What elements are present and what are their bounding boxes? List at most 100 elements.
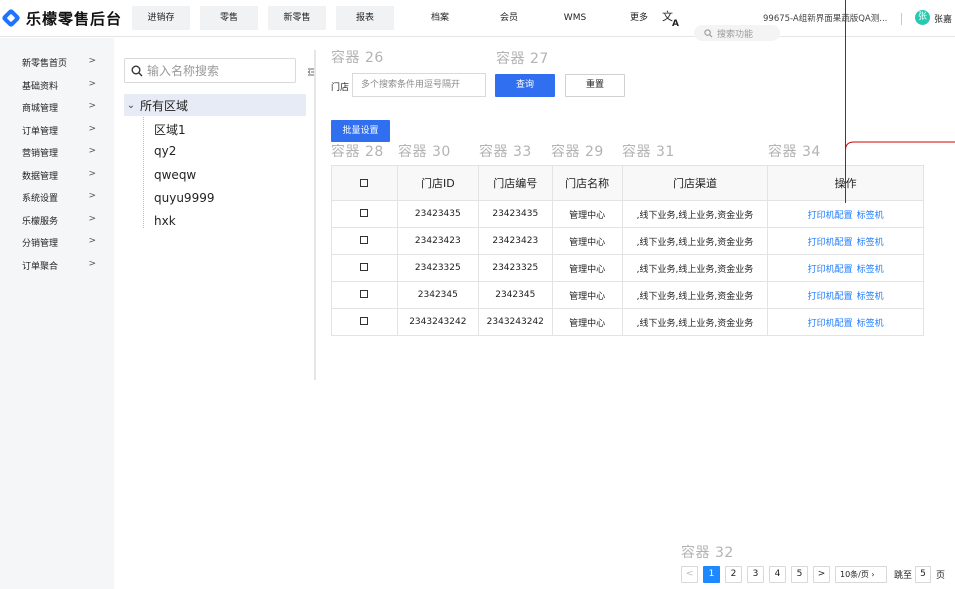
row-checkbox[interactable] [360,208,369,217]
query-button[interactable]: 查询 [495,74,555,97]
top-nav-item[interactable]: 会员 [476,6,542,30]
page-number-button[interactable]: 4 [769,566,786,583]
caret-down-icon[interactable]: ⌄ [124,100,138,111]
sidebar-item[interactable]: 基础资料 > [22,79,102,93]
printer-config-link[interactable]: 打印机配置 [808,238,853,248]
tree-node[interactable]: qweqw [154,168,196,182]
tree-guide-line [143,117,144,228]
sidebar-item-label: 订单管理 [22,127,59,137]
cell-store-code: 23423435 [477,200,553,228]
top-nav-item[interactable]: 档案 [404,6,476,30]
function-search-input[interactable]: 搜索功能 [694,25,780,41]
header-select-all[interactable] [331,165,398,201]
sidebar-item-label: 订单聚合 [22,262,59,272]
row-select-cell[interactable] [331,308,398,336]
container-label-28: 容器 28 [331,144,384,160]
chevron-right-icon: > [88,236,96,246]
sidebar-item-label: 乐檬服务 [22,217,59,227]
function-search-placeholder: 搜索功能 [717,29,754,40]
chevron-right-icon: > [88,214,96,224]
printer-config-link[interactable]: 打印机配置 [808,211,853,221]
sidebar-item[interactable]: 订单管理 > [22,124,102,138]
top-nav: 进销存 零售 新零售 报表 档案 会员 WMS 更多 [132,6,670,30]
cell-store-name: 管理中心 [551,227,623,255]
row-checkbox[interactable] [360,316,369,325]
table-row: 23423435 23423435 管理中心 ,线下业务,线上业务,资金业务 打印机配置… [331,200,924,228]
printer-config-link[interactable]: 打印机配置 [808,292,853,302]
tree-search-input[interactable]: 输入名称搜索 [124,58,296,83]
page-suffix: 页 [936,571,946,581]
table-header-row: 门店ID 门店编号 门店名称 门店渠道 操作 [331,165,924,201]
cell-actions: 打印机配置 标签机 [767,200,924,228]
label-printer-link[interactable]: 标签机 [857,238,884,248]
avatar[interactable]: 张 [915,10,930,25]
tree-node[interactable]: hxk [154,214,176,228]
page-number-button[interactable]: 3 [747,566,764,583]
row-select-cell[interactable] [331,200,398,228]
sidebar-item-label: 营销管理 [22,149,59,159]
sidebar-item[interactable]: 新零售首页 > [22,56,102,70]
batch-settings-button[interactable]: 批量设置 [331,120,390,142]
top-nav-item[interactable]: 报表 [336,6,394,30]
chevron-right-icon: > [88,191,96,201]
panel-splitter[interactable] [314,50,316,380]
row-select-cell[interactable] [331,281,398,309]
table-row: 2343243242 2343243242 管理中心 ,线下业务,线上业务,资金业务打… [331,308,924,336]
container-label-27: 容器 27 [496,51,549,67]
sidebar-item[interactable]: 乐檬服务 > [22,214,102,228]
container-label-34: 容器 34 [768,144,821,160]
jump-page-input[interactable]: 5 [915,566,932,583]
brand[interactable]: 乐檬零售后台 [1,8,123,28]
cell-store-id: 23423423 [396,227,479,255]
label-printer-link[interactable]: 标签机 [857,211,884,221]
row-select-cell[interactable] [331,254,398,282]
username[interactable]: 张嘉 [934,12,952,25]
cell-store-channel: ,线下业务,线上业务,资金业务 [621,281,769,309]
top-nav-item[interactable]: WMS [542,6,608,30]
tree-root-node[interactable]: ⌄ 所有区域 [124,94,306,116]
page-size-select[interactable]: 10条/页 › [835,566,887,583]
sidebar-item[interactable]: 分销管理 > [22,236,102,250]
row-select-cell[interactable] [331,227,398,255]
chevron-right-icon: › [868,570,875,579]
prev-page-button[interactable]: < [681,566,698,583]
cell-actions: 打印机配置 标签机 [767,281,924,309]
sidebar-item[interactable]: 订单聚合 > [22,259,102,273]
tree-node[interactable]: quyu9999 [154,191,214,205]
sidebar-item[interactable]: 营销管理 > [22,146,102,160]
tree-node[interactable]: 区域1 [154,121,186,138]
row-checkbox[interactable] [360,262,369,271]
row-checkbox[interactable] [360,289,369,298]
top-nav-item[interactable]: 新零售 [268,6,326,30]
cell-store-name: 管理中心 [551,308,623,336]
page-number-button[interactable]: 2 [725,566,742,583]
next-page-button[interactable]: > [813,566,830,583]
page-number-button[interactable]: 5 [791,566,808,583]
container-label-32: 容器 32 [681,545,734,561]
brand-logo-icon [1,8,21,28]
sidebar-item[interactable]: 数据管理 > [22,169,102,183]
top-nav-item[interactable]: 更多 [608,6,670,30]
row-checkbox[interactable] [360,235,369,244]
label-printer-link[interactable]: 标签机 [857,265,884,275]
reset-button[interactable]: 重置 [565,74,625,97]
tree-node[interactable]: qy2 [154,144,176,158]
store-filter-input[interactable]: 多个搜索条件用逗号隔开 [352,73,486,97]
top-nav-item[interactable]: 零售 [200,6,258,30]
cell-store-id: 23423325 [396,254,479,282]
label-printer-link[interactable]: 标签机 [857,319,884,329]
page-number-button[interactable]: 1 [703,566,720,583]
sidebar-item[interactable]: 商城管理 > [22,101,102,115]
header-store-id: 门店ID [396,165,479,201]
chevron-right-icon: > [88,259,96,269]
translate-icon[interactable]: 文 A [662,9,682,27]
container-label-31: 容器 31 [622,144,675,160]
printer-config-link[interactable]: 打印机配置 [808,265,853,275]
printer-config-link[interactable]: 打印机配置 [808,319,853,329]
sidebar-item[interactable]: 系统设置 > [22,191,102,205]
label-printer-link[interactable]: 标签机 [857,292,884,302]
top-nav-item[interactable]: 进销存 [132,6,190,30]
app-title: 乐檬零售后台 [26,9,123,28]
tenant-name[interactable]: 99675-A组新界面果蔬版QA测... [763,12,887,24]
select-all-checkbox[interactable] [360,178,369,187]
